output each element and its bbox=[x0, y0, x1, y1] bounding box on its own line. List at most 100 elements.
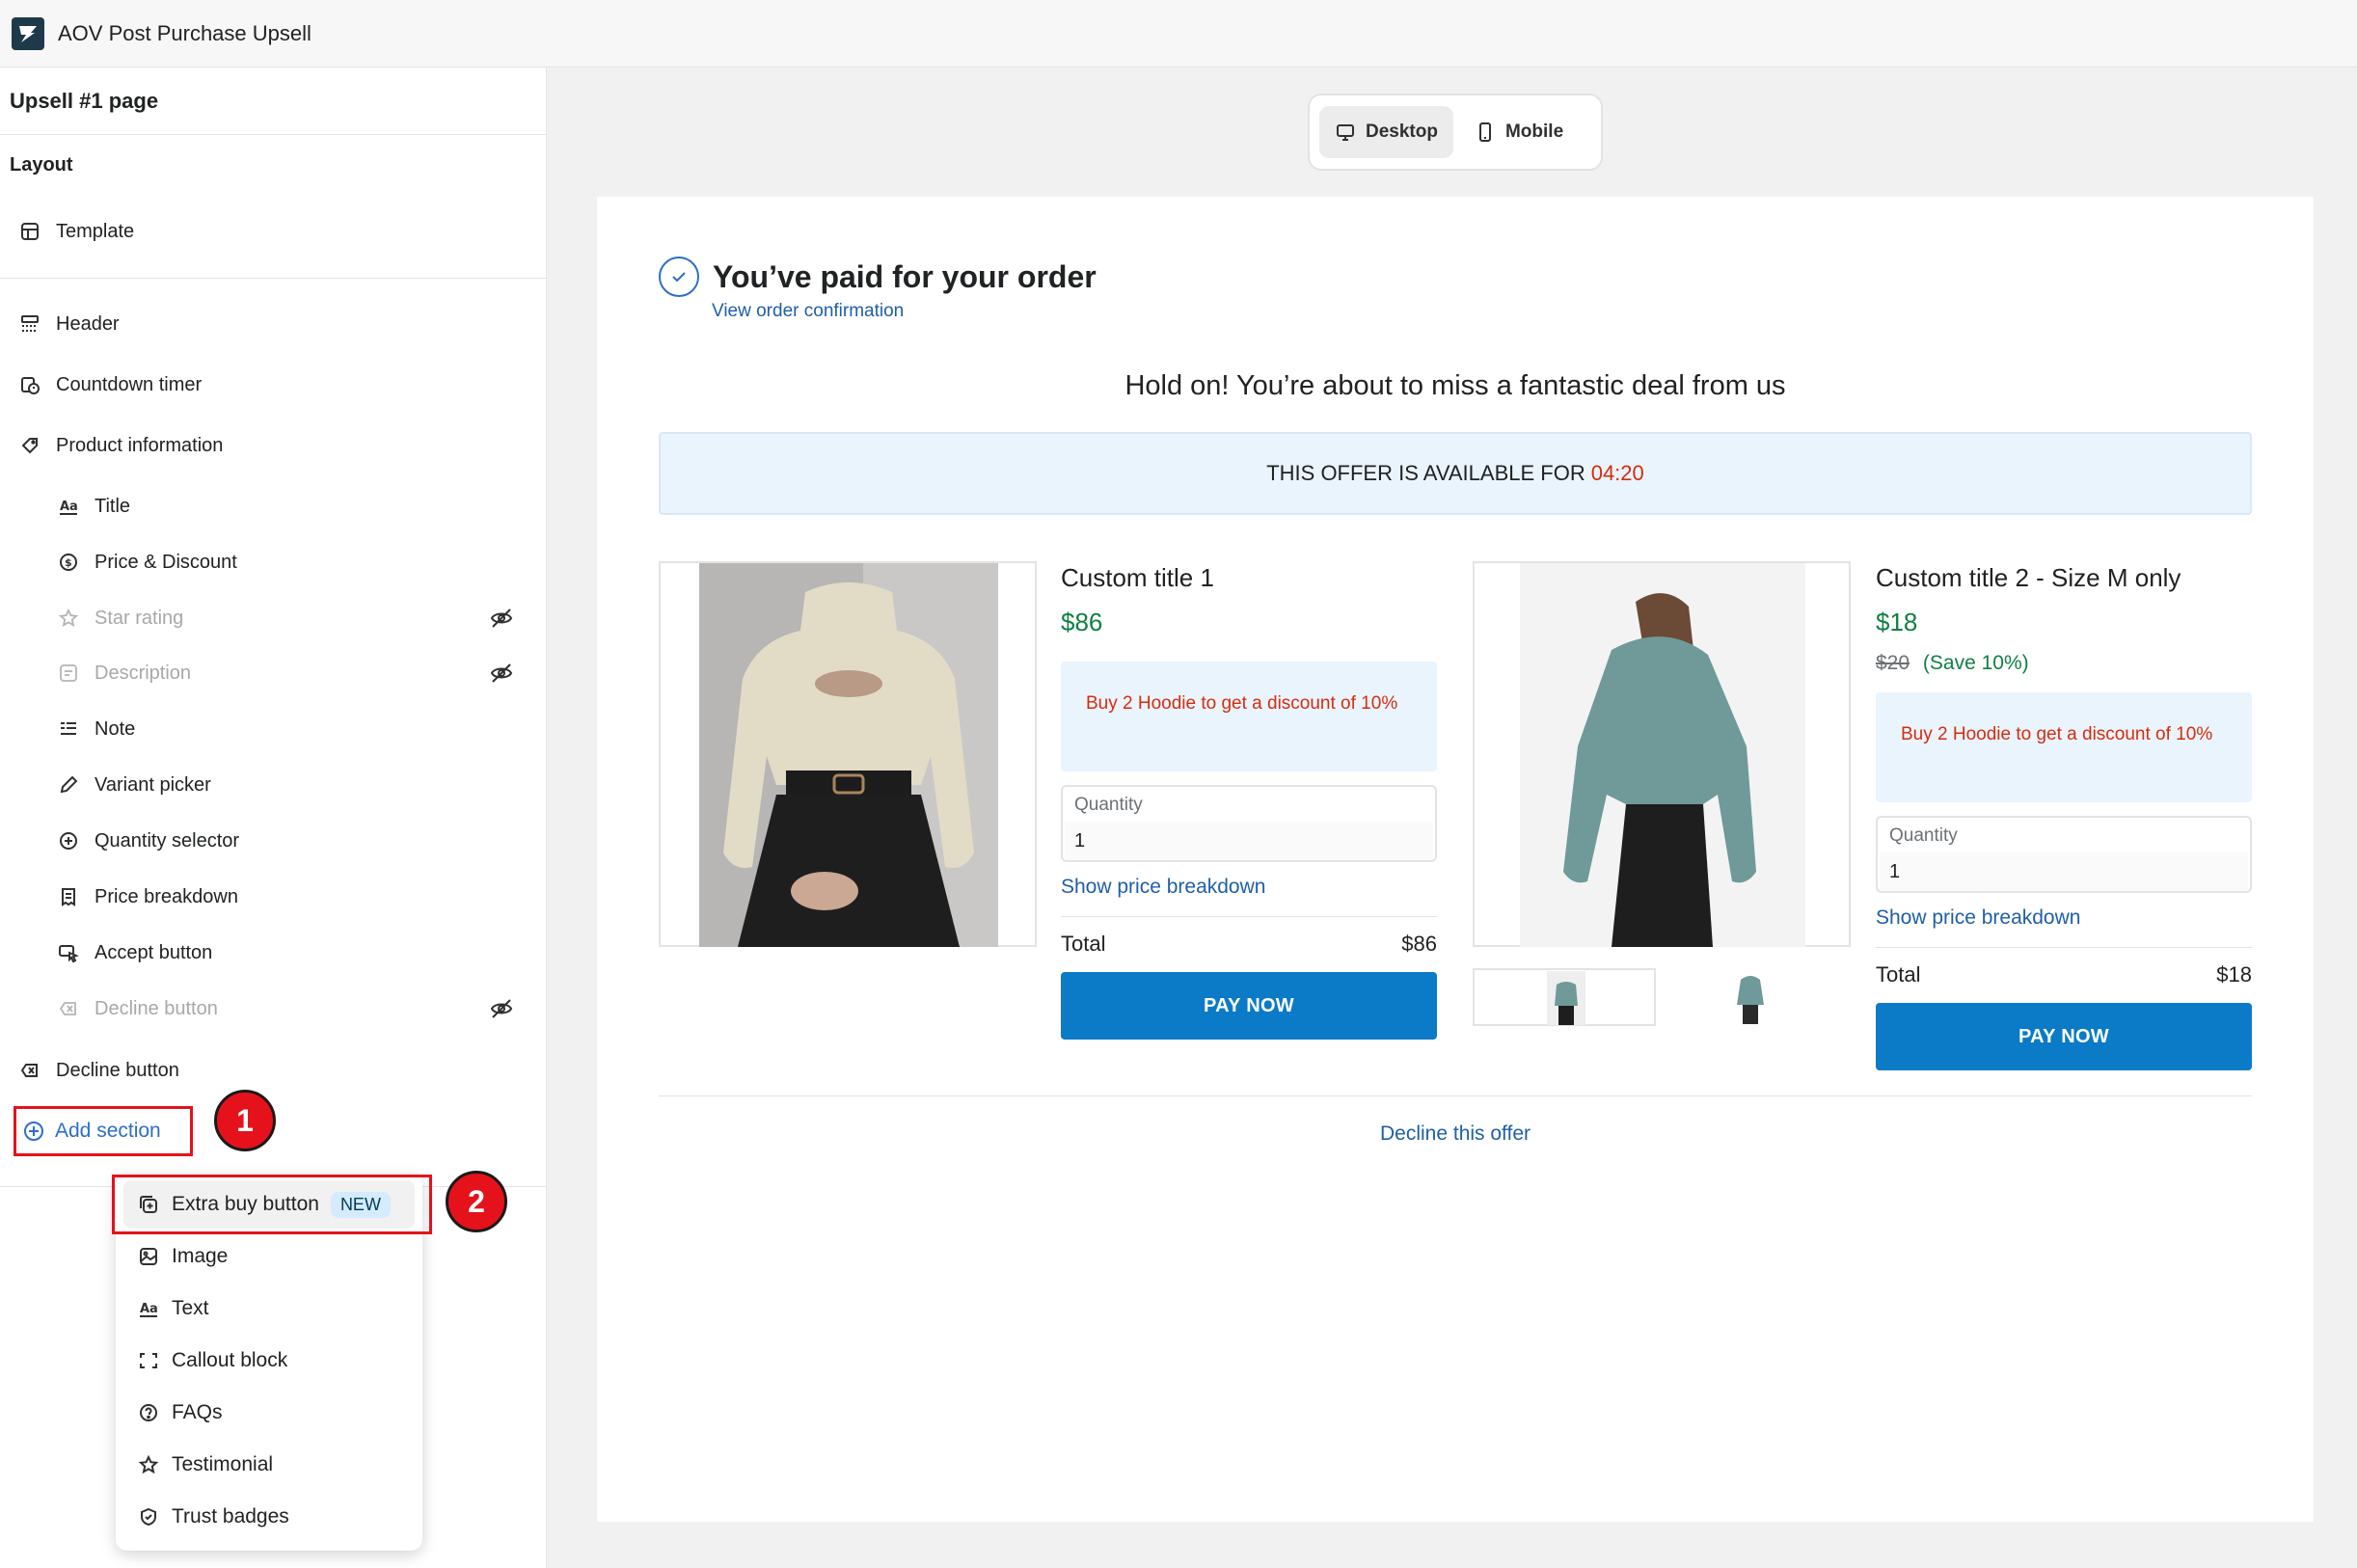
sidebar-block-title[interactable]: Aa Title bbox=[0, 479, 547, 533]
compare-at-price: $20 bbox=[1876, 652, 1910, 674]
text-icon: Aa bbox=[56, 494, 81, 519]
sidebar-item-header[interactable]: Header bbox=[0, 297, 547, 351]
pencil-icon bbox=[56, 772, 81, 798]
sidebar-item-label: Star rating bbox=[95, 607, 184, 629]
countdown-banner: THIS OFFER IS AVAILABLE FOR 04:20 bbox=[659, 432, 2252, 515]
quantity-input[interactable]: 1 bbox=[1880, 852, 2248, 891]
question-icon bbox=[137, 1401, 160, 1424]
sidebar-item-label: Price & Discount bbox=[95, 551, 237, 573]
divider bbox=[1876, 947, 2252, 948]
sidebar-item-label: Decline button bbox=[56, 1059, 179, 1081]
menu-item-image[interactable]: Image bbox=[123, 1232, 415, 1281]
device-toggle: Desktop Mobile bbox=[1308, 94, 1603, 171]
sidebar-item-template[interactable]: Template bbox=[0, 204, 547, 258]
sidebar-item-decline-button[interactable]: Decline button bbox=[0, 1043, 547, 1097]
x-box-icon bbox=[17, 1058, 42, 1083]
sidebar-item-label: Template bbox=[56, 220, 135, 242]
desktop-view-button[interactable]: Desktop bbox=[1319, 106, 1453, 158]
menu-item-callout-block[interactable]: Callout block bbox=[123, 1337, 415, 1385]
add-section-label: Add section bbox=[55, 1120, 161, 1142]
description-icon bbox=[56, 661, 81, 686]
sidebar-item-product-information[interactable]: Product information bbox=[0, 419, 547, 473]
total-label: Total bbox=[1876, 962, 1921, 987]
quantity-label: Quantity bbox=[1889, 825, 1958, 846]
desktop-icon bbox=[1335, 121, 1358, 144]
mobile-icon bbox=[1475, 121, 1498, 144]
tag-icon bbox=[17, 433, 42, 458]
paid-header: You’ve paid for your order bbox=[659, 257, 1097, 297]
quantity-field-1[interactable]: Quantity 1 bbox=[1061, 785, 1437, 862]
menu-item-label: Text bbox=[172, 1297, 209, 1319]
sidebar-block-star-rating[interactable]: Star rating bbox=[0, 591, 547, 645]
pay-now-button-2[interactable]: PAY NOW bbox=[1876, 1003, 2252, 1070]
menu-item-text[interactable]: Aa Text bbox=[123, 1284, 415, 1333]
sidebar-block-price-breakdown[interactable]: Price breakdown bbox=[0, 870, 547, 924]
svg-text:$: $ bbox=[65, 556, 72, 569]
template-icon bbox=[17, 219, 42, 244]
sidebar-item-label: Decline button bbox=[95, 997, 218, 1019]
quantity-input[interactable]: 1 bbox=[1065, 822, 1433, 860]
plus-circle-icon bbox=[22, 1119, 47, 1144]
sidebar-block-accept-button[interactable]: Accept button bbox=[0, 926, 547, 980]
sidebar-item-label: Accept button bbox=[95, 941, 213, 963]
divider bbox=[0, 278, 547, 279]
sidebar-block-quantity-selector[interactable]: Quantity selector bbox=[0, 814, 547, 868]
check-circle-icon bbox=[659, 257, 699, 297]
sidebar-item-label: Quantity selector bbox=[95, 829, 240, 852]
eye-off-icon[interactable] bbox=[489, 661, 514, 686]
total-value: $86 bbox=[1401, 932, 1437, 956]
menu-item-faqs[interactable]: FAQs bbox=[123, 1389, 415, 1437]
sidebar-item-label: Price breakdown bbox=[95, 885, 238, 907]
desktop-label: Desktop bbox=[1366, 122, 1438, 142]
product-image-2[interactable] bbox=[1473, 561, 1851, 947]
step-callout-1: 1 bbox=[214, 1090, 276, 1151]
layout-heading: Layout bbox=[10, 153, 73, 176]
product-image-1[interactable] bbox=[659, 561, 1037, 947]
menu-item-label: Callout block bbox=[172, 1349, 288, 1371]
sidebar-item-label: Countdown timer bbox=[56, 373, 203, 395]
x-box-icon bbox=[56, 996, 81, 1021]
sidebar-block-note[interactable]: Note bbox=[0, 702, 547, 756]
text-icon: Aa bbox=[137, 1297, 160, 1320]
view-order-confirmation-link[interactable]: View order confirmation bbox=[712, 301, 904, 322]
decline-offer-link[interactable]: Decline this offer bbox=[597, 1122, 2314, 1146]
divider bbox=[659, 1095, 2252, 1096]
menu-item-label: Trust badges bbox=[172, 1505, 289, 1527]
eye-off-icon[interactable] bbox=[489, 996, 514, 1021]
paid-title: You’ve paid for your order bbox=[713, 258, 1097, 294]
hold-on-heading: Hold on! You’re about to miss a fantasti… bbox=[1124, 370, 1786, 401]
total-value: $18 bbox=[2216, 962, 2252, 987]
sidebar-block-description[interactable]: Description bbox=[0, 646, 547, 700]
quantity-field-2[interactable]: Quantity 1 bbox=[1876, 816, 2252, 893]
sidebar-item-countdown-timer[interactable]: Countdown timer bbox=[0, 358, 547, 412]
app-logo-icon bbox=[12, 16, 44, 50]
product-thumbnail-2[interactable] bbox=[1731, 968, 1770, 1024]
product-note-1: Buy 2 Hoodie to get a discount of 10% bbox=[1061, 662, 1437, 771]
eye-off-icon[interactable] bbox=[489, 606, 514, 631]
divider bbox=[1061, 916, 1437, 917]
mobile-view-button[interactable]: Mobile bbox=[1459, 106, 1579, 158]
menu-item-trust-badges[interactable]: Trust badges bbox=[123, 1493, 415, 1541]
sidebar-block-price-discount[interactable]: $ Price & Discount bbox=[0, 535, 547, 589]
show-price-breakdown-link[interactable]: Show price breakdown bbox=[1061, 876, 1265, 899]
header-icon bbox=[17, 311, 42, 337]
show-price-breakdown-link[interactable]: Show price breakdown bbox=[1876, 906, 2080, 930]
plus-circle-icon bbox=[56, 828, 81, 853]
pay-now-button-1[interactable]: PAY NOW bbox=[1061, 972, 1437, 1040]
step-callout-2: 2 bbox=[446, 1171, 507, 1232]
add-section-button[interactable]: Add section bbox=[14, 1106, 193, 1156]
mobile-label: Mobile bbox=[1504, 122, 1564, 142]
sidebar-item-label: Header bbox=[56, 312, 120, 335]
product-price-1: $86 bbox=[1061, 608, 1103, 636]
product-thumbnail-1[interactable] bbox=[1473, 968, 1656, 1026]
star-icon bbox=[56, 606, 81, 631]
app-header: AOV Post Purchase Upsell bbox=[0, 0, 2357, 68]
menu-item-testimonial[interactable]: Testimonial bbox=[123, 1441, 415, 1489]
sidebar-block-variant-picker[interactable]: Variant picker bbox=[0, 758, 547, 812]
product-title-1: Custom title 1 bbox=[1061, 563, 1214, 592]
receipt-icon bbox=[56, 884, 81, 909]
menu-item-label: FAQs bbox=[172, 1401, 223, 1423]
highlight-box bbox=[112, 1175, 432, 1234]
offer-text: THIS OFFER IS AVAILABLE FOR bbox=[1266, 461, 1585, 485]
sidebar-block-decline-button[interactable]: Decline button bbox=[0, 982, 547, 1036]
